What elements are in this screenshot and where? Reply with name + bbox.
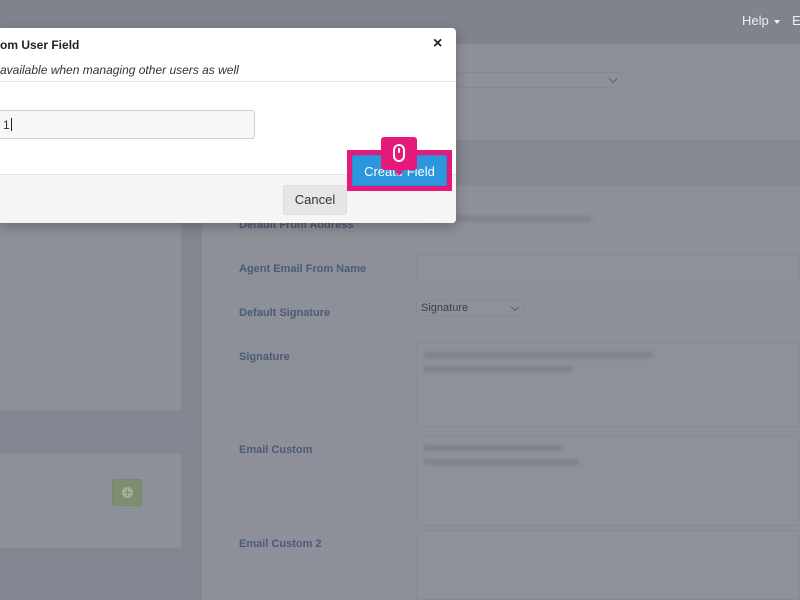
default-signature-value: Signature bbox=[421, 302, 469, 314]
blurred-text bbox=[423, 445, 563, 451]
agent-email-from-name-label: Agent Email From Name bbox=[239, 263, 367, 275]
field-name-input-value: 1 bbox=[3, 118, 10, 132]
add-button[interactable] bbox=[112, 479, 142, 506]
nav-item-truncated[interactable]: E bbox=[792, 13, 800, 28]
default-signature-select[interactable]: Signature bbox=[416, 300, 524, 316]
field-name-input[interactable]: 1 bbox=[0, 110, 255, 139]
text-cursor bbox=[10, 118, 12, 131]
signature-label: Signature bbox=[239, 351, 290, 363]
email-custom-2-label: Email Custom 2 bbox=[239, 538, 322, 550]
left-card-lower bbox=[0, 453, 182, 549]
blurred-text bbox=[423, 459, 579, 465]
chevron-down-icon bbox=[608, 74, 618, 84]
help-menu-label: Help bbox=[742, 13, 769, 28]
signature-textarea[interactable] bbox=[416, 343, 800, 427]
nav-item-truncated-label: E bbox=[792, 13, 800, 28]
help-menu[interactable]: Help bbox=[742, 13, 780, 28]
agent-email-from-name-input[interactable] bbox=[416, 255, 800, 285]
click-indicator bbox=[381, 137, 417, 176]
modal-title: om User Field bbox=[0, 38, 80, 52]
plus-circle-icon bbox=[122, 487, 133, 498]
top-select[interactable] bbox=[456, 72, 622, 88]
caret-down-icon bbox=[773, 19, 780, 24]
close-icon[interactable]: × bbox=[433, 36, 442, 52]
cancel-button[interactable]: Cancel bbox=[283, 185, 347, 215]
modal-subtitle: available when managing other users as w… bbox=[0, 63, 239, 77]
blurred-text bbox=[423, 366, 573, 372]
email-custom-textarea[interactable] bbox=[416, 436, 800, 526]
left-card bbox=[0, 214, 182, 411]
default-signature-label: Default Signature bbox=[239, 307, 331, 319]
mouse-icon bbox=[393, 144, 405, 162]
email-custom-label: Email Custom bbox=[239, 444, 313, 456]
chevron-down-icon bbox=[510, 302, 520, 312]
custom-user-field-modal: om User Field available when managing ot… bbox=[0, 28, 456, 223]
email-custom-2-textarea[interactable] bbox=[416, 530, 800, 600]
modal-header: om User Field available when managing ot… bbox=[0, 28, 456, 82]
blurred-text bbox=[423, 352, 653, 358]
